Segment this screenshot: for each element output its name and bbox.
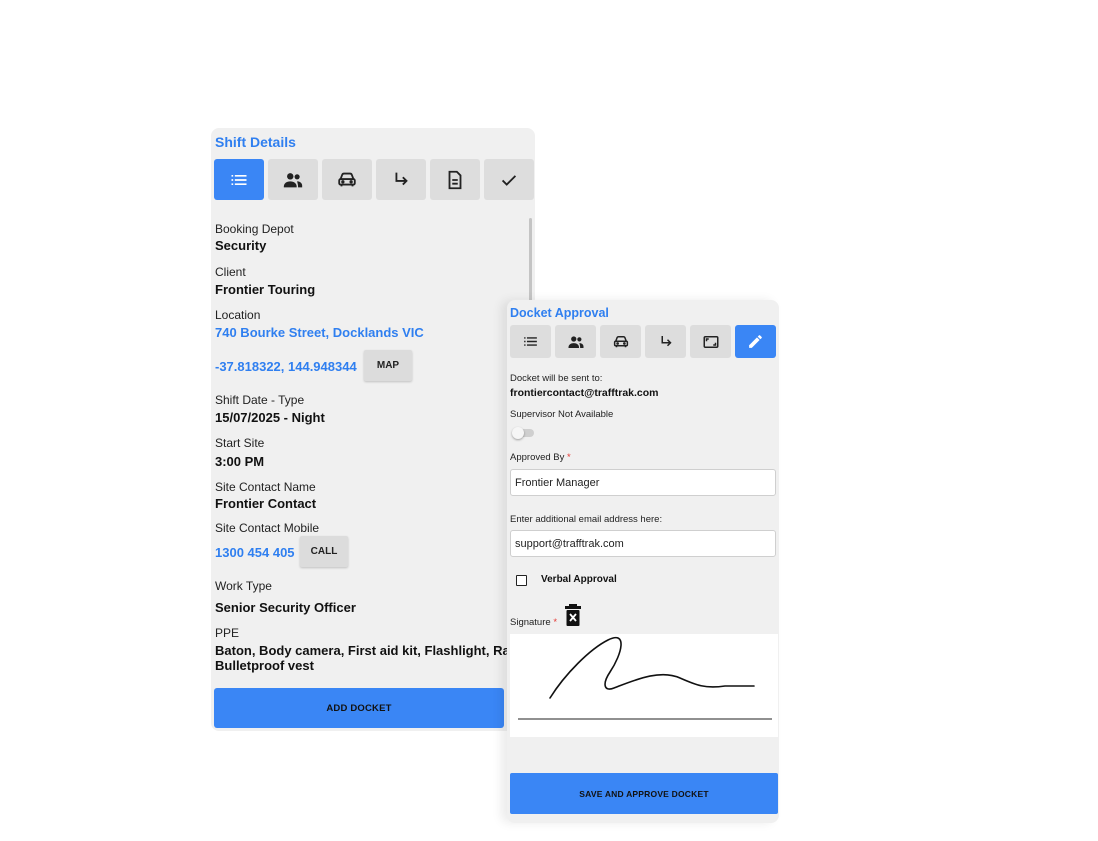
call-button[interactable]: CALL <box>300 536 348 567</box>
docket-approval-panel: Docket Approval Docket will be sent to: … <box>507 300 779 823</box>
map-button[interactable]: MAP <box>364 350 412 381</box>
add-docket-button[interactable]: ADD DOCKET <box>214 688 504 728</box>
tab-complete[interactable] <box>484 159 534 200</box>
clear-signature-icon[interactable] <box>565 604 581 626</box>
shift-details-panel: Shift Details Booking Depot Security Cli… <box>211 128 535 731</box>
shift-details-title: Shift Details <box>215 134 296 150</box>
sent-to-label: Docket will be sent to: <box>510 373 603 384</box>
tab-docket[interactable] <box>430 159 480 200</box>
booking-depot-label: Booking Depot <box>215 222 294 236</box>
ppe-value-line-2: Bulletproof vest <box>215 658 314 673</box>
shift-date-label: Shift Date - Type <box>215 393 305 407</box>
work-type-value: Senior Security Officer <box>215 600 356 615</box>
car-icon <box>613 335 628 347</box>
client-label: Client <box>215 265 246 279</box>
additional-email-label: Enter additional email address here: <box>510 514 663 525</box>
turn-arrow-icon <box>661 335 672 346</box>
check-icon <box>501 174 517 186</box>
location-link[interactable]: 740 Bourke Street, Docklands VIC <box>215 325 424 340</box>
booking-depot-value: Security <box>215 238 267 253</box>
car-icon <box>338 172 356 186</box>
ppe-label: PPE <box>215 626 240 640</box>
turn-arrow-icon <box>395 172 408 185</box>
save-and-approve-button[interactable]: SAVE AND APPROVE DOCKET <box>510 773 778 814</box>
tab-route[interactable] <box>376 159 426 200</box>
sent-to-value: frontiercontact@trafftrak.com <box>510 387 659 399</box>
shift-tab-bar <box>214 159 534 200</box>
tab-staff[interactable] <box>555 325 596 358</box>
site-contact-mobile-label: Site Contact Mobile <box>215 521 320 535</box>
start-site-value: 3:00 PM <box>215 454 265 469</box>
docket-tab-bar <box>510 325 776 358</box>
people-icon <box>568 335 583 348</box>
scrollbar[interactable] <box>529 218 532 313</box>
signature-label: Signature * <box>510 617 557 628</box>
additional-email-input[interactable]: support@trafftrak.com <box>510 530 776 557</box>
list-icon <box>524 337 537 346</box>
coordinates-link[interactable]: -37.818322, 144.948344 <box>215 359 357 374</box>
tab-staff[interactable] <box>268 159 318 200</box>
approved-by-label: Approved By * <box>510 452 571 463</box>
fullscreen-icon <box>703 335 718 348</box>
document-icon <box>448 170 462 189</box>
tab-vehicle[interactable] <box>600 325 641 358</box>
list-icon <box>231 174 247 185</box>
verbal-approval-checkbox[interactable] <box>516 575 527 586</box>
tab-details[interactable] <box>510 325 551 358</box>
tab-vehicle[interactable] <box>322 159 372 200</box>
start-site-label: Start Site <box>215 436 265 450</box>
approved-by-label-text: Approved By <box>510 452 565 463</box>
verbal-approval-label: Verbal Approval <box>541 574 617 585</box>
shift-date-value: 15/07/2025 - Night <box>215 410 325 425</box>
site-contact-name-label: Site Contact Name <box>215 480 316 494</box>
tab-sign[interactable] <box>735 325 776 358</box>
approved-by-input[interactable]: Frontier Manager <box>510 469 776 496</box>
location-label: Location <box>215 308 261 322</box>
pencil-icon <box>749 335 762 348</box>
signature-label-text: Signature <box>510 617 551 628</box>
ppe-value-line-1: Baton, Body camera, First aid kit, Flash… <box>215 643 530 658</box>
site-contact-mobile-link[interactable]: 1300 454 405 <box>215 545 295 560</box>
supervisor-label: Supervisor Not Available <box>510 409 614 420</box>
work-type-label: Work Type <box>215 579 272 593</box>
tab-route[interactable] <box>645 325 686 358</box>
supervisor-toggle[interactable] <box>512 427 534 439</box>
people-icon <box>283 172 303 187</box>
tab-details[interactable] <box>214 159 264 200</box>
docket-approval-title: Docket Approval <box>510 306 609 320</box>
required-asterisk: * <box>553 617 558 628</box>
tab-expand[interactable] <box>690 325 731 358</box>
required-asterisk: * <box>567 452 571 463</box>
signature-drawing <box>518 637 772 720</box>
client-value: Frontier Touring <box>215 282 316 297</box>
toggle-knob <box>512 427 524 439</box>
signature-pad[interactable] <box>510 634 778 737</box>
site-contact-name-value: Frontier Contact <box>215 496 317 511</box>
